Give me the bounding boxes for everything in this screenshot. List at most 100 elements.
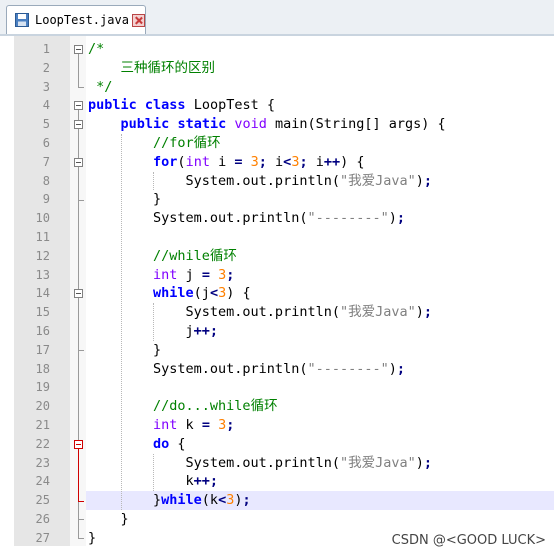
line-number: 15 xyxy=(35,305,50,320)
code-text: 三种循环的区别 xyxy=(88,59,216,78)
line-number: 12 xyxy=(35,248,50,263)
line-number: 11 xyxy=(35,230,50,244)
code-token: void xyxy=(234,116,267,133)
code-line[interactable]: 3 */ xyxy=(14,78,554,97)
code-line[interactable]: 22 do { xyxy=(14,435,554,454)
code-text: //do...while循环 xyxy=(88,397,278,416)
line-number: 2 xyxy=(42,60,50,75)
code-token: { xyxy=(169,435,186,452)
code-line[interactable]: 16 j++; xyxy=(14,322,554,341)
fold-toggle-icon[interactable] xyxy=(74,157,83,167)
fold-end-marker xyxy=(78,519,84,521)
code-line[interactable]: 24 k++; xyxy=(14,472,554,491)
code-line[interactable]: 21 int k = 3; xyxy=(14,416,554,435)
code-line[interactable]: 13 int j = 3; xyxy=(14,266,554,285)
code-line[interactable]: 11 xyxy=(14,228,554,247)
code-token: ) xyxy=(388,360,397,377)
code-text: /* xyxy=(88,40,104,59)
fold-toggle-icon[interactable] xyxy=(74,120,83,130)
line-number: 13 xyxy=(35,267,50,282)
code-editor[interactable]: 1/* 2 三种循环的区别 3 */4 public class LoopTest {… xyxy=(14,36,554,546)
code-token: //for循环 xyxy=(153,135,221,151)
code-text: //for循环 xyxy=(88,134,221,153)
code-line[interactable]: 23 System.out.println("我爱Java"); xyxy=(14,454,554,473)
code-line[interactable]: 18 System.out.println("--------"); xyxy=(14,360,554,379)
code-token: class xyxy=(144,97,186,114)
line-number: 8 xyxy=(42,173,50,188)
code-line[interactable]: 4 public class LoopTest { xyxy=(14,96,554,115)
code-token: ) xyxy=(415,304,424,321)
code-line[interactable]: 19 xyxy=(14,378,554,397)
code-token: static xyxy=(177,116,227,133)
code-text: System.out.println("我爱Java"); xyxy=(88,303,433,322)
code-token: } xyxy=(88,511,129,527)
code-text: do { xyxy=(88,435,186,454)
code-line[interactable]: 17 } xyxy=(14,341,554,360)
code-line[interactable]: 20 //do...while循环 xyxy=(14,397,554,416)
code-token: 3 xyxy=(218,266,227,283)
code-line[interactable]: 26 } xyxy=(14,510,554,529)
line-number: 6 xyxy=(42,136,50,150)
line-number: 18 xyxy=(35,361,50,376)
code-token: i xyxy=(266,153,284,170)
code-line[interactable]: 9 } xyxy=(14,190,554,209)
code-line[interactable]: 6 //for循环 xyxy=(14,134,554,153)
code-token: ++ xyxy=(323,153,341,170)
code-line[interactable]: 8 System.out.println("我爱Java"); xyxy=(14,172,554,191)
code-token: ++; xyxy=(193,473,219,490)
line-number: 9 xyxy=(42,192,50,207)
code-line[interactable]: 2 三种循环的区别 xyxy=(14,59,554,78)
code-line[interactable]: 5 public static void main(String[] args)… xyxy=(14,115,554,134)
code-token: ++; xyxy=(193,323,219,339)
code-line[interactable]: 25 }while(k<3); xyxy=(14,491,554,510)
code-token: j xyxy=(88,323,194,339)
code-token: int xyxy=(185,153,210,170)
fold-toggle-icon[interactable] xyxy=(74,289,83,299)
code-token: = xyxy=(201,417,210,433)
code-token: ) xyxy=(415,172,424,189)
code-token: /* xyxy=(88,41,105,57)
line-number: 26 xyxy=(35,512,50,526)
file-tab[interactable]: LoopTest.java xyxy=(6,5,146,34)
code-text: } xyxy=(88,341,161,360)
code-token: ; xyxy=(423,454,433,471)
code-text: for(int i = 3; i<3; i++) { xyxy=(88,153,364,172)
code-token: 3 xyxy=(218,285,227,302)
code-token: 3 xyxy=(218,417,227,433)
code-line[interactable]: 15 System.out.println("我爱Java"); xyxy=(14,303,554,322)
code-line[interactable]: 10 System.out.println("--------"); xyxy=(14,209,554,228)
code-token: ; xyxy=(299,153,308,170)
code-line[interactable]: 7 for(int i = 3; i<3; i++) { xyxy=(14,153,554,172)
code-token: "我爱Java" xyxy=(339,454,416,471)
line-number: 7 xyxy=(42,154,50,169)
code-text: //while循环 xyxy=(88,247,237,266)
code-line[interactable]: 1 /* xyxy=(14,40,554,59)
code-token: (k xyxy=(201,492,219,509)
line-number: 21 xyxy=(35,418,50,432)
code-token: ) xyxy=(415,454,424,471)
code-token: do xyxy=(153,435,170,452)
fold-toggle-icon[interactable] xyxy=(74,439,83,449)
code-token: for xyxy=(153,153,178,170)
indent-guide xyxy=(153,171,155,191)
code-token: } xyxy=(88,191,162,208)
line-number: 14 xyxy=(35,286,50,301)
code-line[interactable]: 14 while(j<3) { xyxy=(14,284,554,303)
indent-guide xyxy=(153,303,155,341)
code-token: //while循环 xyxy=(153,247,237,264)
fold-toggle-icon[interactable] xyxy=(74,101,83,111)
indent-guide xyxy=(120,134,122,510)
line-number: 10 xyxy=(35,211,50,226)
code-token: LoopTest { xyxy=(185,97,275,114)
fold-toggle-icon[interactable] xyxy=(74,44,83,54)
tab-bar: LoopTest.java xyxy=(0,0,554,36)
code-token: i xyxy=(209,153,235,170)
close-tab-icon[interactable] xyxy=(131,13,145,27)
code-line[interactable]: 12 //while循环 xyxy=(14,247,554,266)
code-token: */ xyxy=(88,78,113,95)
watermark: CSDN @<GOOD LUCK> xyxy=(391,533,546,548)
code-token: } xyxy=(88,341,162,358)
code-token: ; xyxy=(226,266,235,283)
